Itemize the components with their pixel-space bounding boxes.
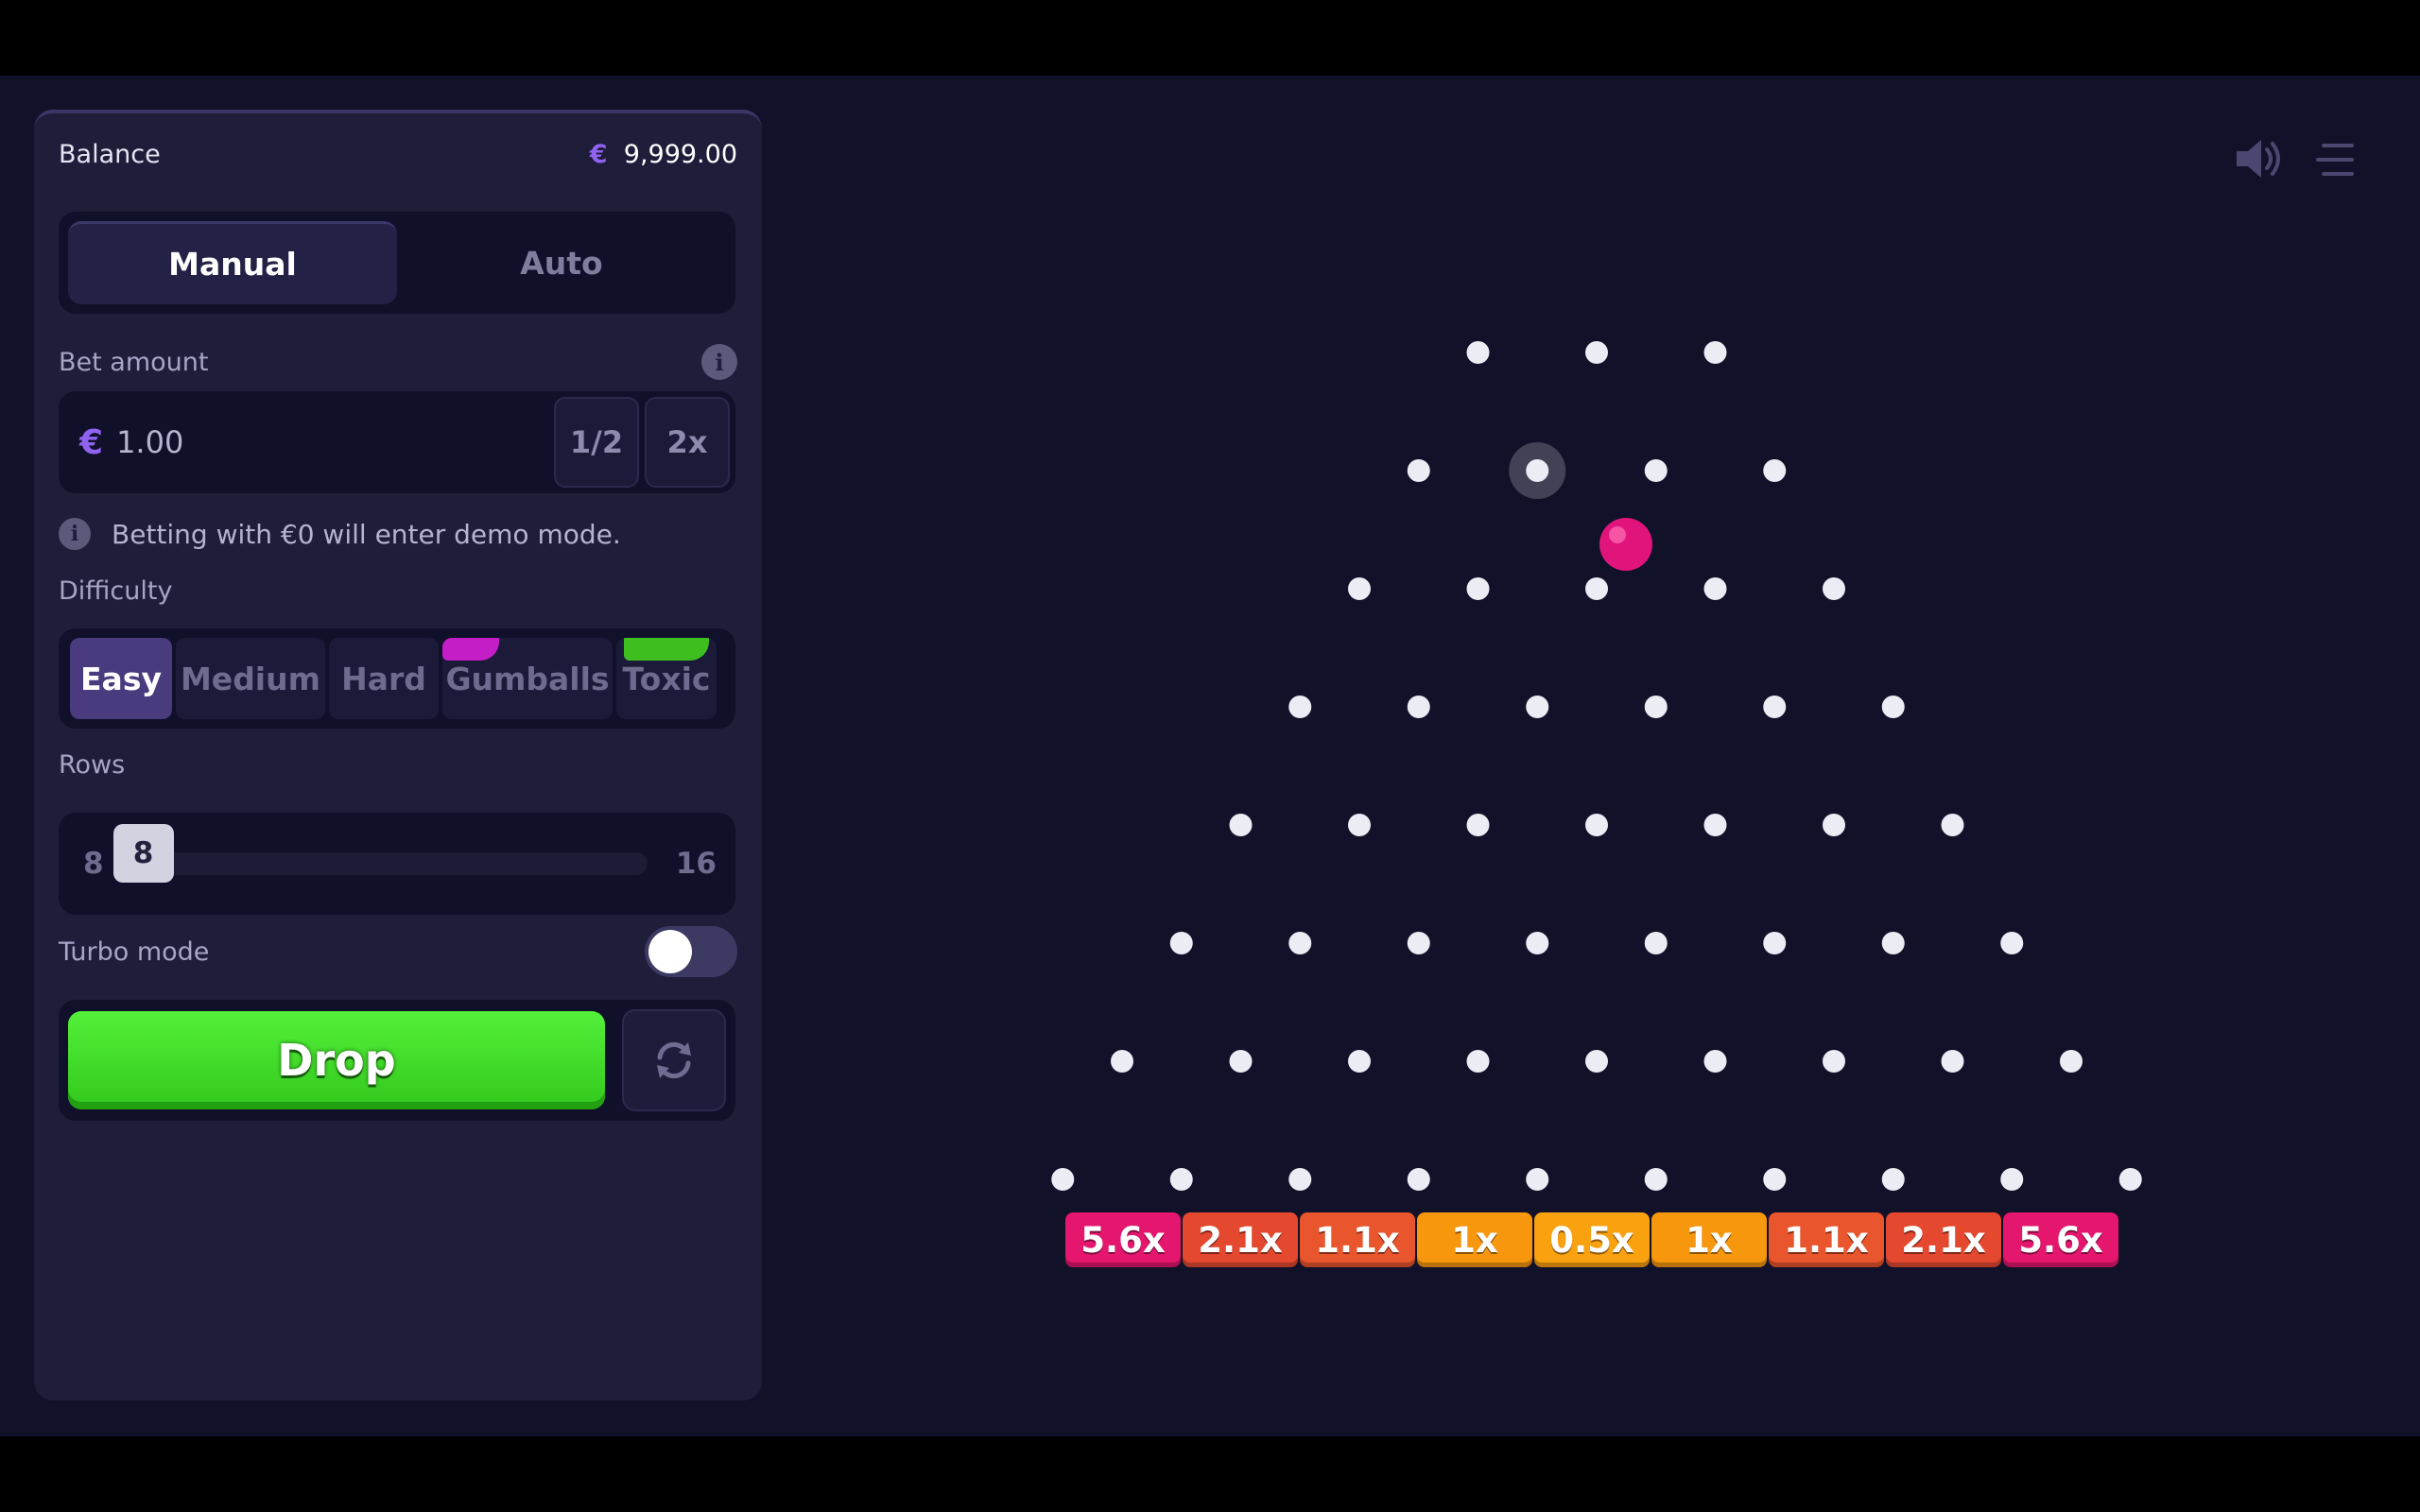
peg xyxy=(1526,459,1549,482)
peg xyxy=(1703,577,1727,600)
peg xyxy=(1229,814,1253,836)
peg xyxy=(1585,814,1608,836)
peg xyxy=(1407,1168,1430,1191)
peg xyxy=(1941,1050,1964,1073)
peg xyxy=(1585,1050,1608,1073)
peg xyxy=(1466,1050,1490,1073)
peg xyxy=(1644,696,1668,718)
multiplier-slot: 2.1x xyxy=(1183,1212,1298,1267)
peg xyxy=(2000,932,2024,954)
multiplier-slot: 5.6x xyxy=(1065,1212,1181,1267)
peg xyxy=(1881,932,1905,954)
peg xyxy=(2000,1168,2024,1191)
peg xyxy=(1585,341,1608,364)
game-stage: Balance € 9,999.00 Manual Auto Bet amoun… xyxy=(0,76,2420,1436)
peg xyxy=(1823,814,1845,836)
peg xyxy=(1407,459,1430,482)
menu-icon[interactable] xyxy=(2314,142,2356,181)
multiplier-slot: 1.1x xyxy=(1300,1212,1415,1267)
peg xyxy=(1348,1050,1371,1073)
peg xyxy=(1051,1168,1075,1191)
peg xyxy=(1644,459,1668,482)
multiplier-slot: 0.5x xyxy=(1534,1212,1650,1267)
peg xyxy=(1466,577,1490,600)
multiplier-slot: 5.6x xyxy=(2003,1212,2118,1267)
peg xyxy=(1348,814,1371,836)
peg xyxy=(1763,932,1787,954)
peg xyxy=(1407,932,1430,954)
peg xyxy=(1526,696,1549,718)
multiplier-slot: 1x xyxy=(1651,1212,1767,1267)
speaker-icon[interactable] xyxy=(2233,136,2286,185)
peg xyxy=(1763,696,1787,718)
peg xyxy=(1703,341,1727,364)
peg xyxy=(1407,696,1430,718)
peg xyxy=(1169,1168,1193,1191)
peg xyxy=(1763,1168,1787,1191)
peg xyxy=(2118,1168,2142,1191)
multiplier-slot: 2.1x xyxy=(1886,1212,2001,1267)
ball xyxy=(1599,518,1652,571)
peg xyxy=(1348,577,1371,600)
peg xyxy=(1881,1168,1905,1191)
peg xyxy=(1288,696,1312,718)
peg xyxy=(1526,1168,1549,1191)
peg xyxy=(1169,932,1193,954)
peg xyxy=(1466,814,1490,836)
ball-highlight xyxy=(1609,526,1626,543)
peg xyxy=(1288,1168,1312,1191)
peg xyxy=(2060,1050,2083,1073)
peg xyxy=(1466,341,1490,364)
multiplier-slot: 1x xyxy=(1417,1212,1532,1267)
peg xyxy=(1823,577,1845,600)
peg xyxy=(1703,1050,1727,1073)
multiplier-row: 5.6x 2.1x 1.1x 1x 0.5x 1x 1.1x 2.1x 5.6x xyxy=(1065,1212,2118,1267)
peg xyxy=(1644,1168,1668,1191)
peg xyxy=(1881,696,1905,718)
peg xyxy=(1229,1050,1253,1073)
peg xyxy=(1644,932,1668,954)
peg xyxy=(1526,932,1549,954)
peg xyxy=(1823,1050,1845,1073)
peg xyxy=(1585,577,1608,600)
multiplier-slot: 1.1x xyxy=(1769,1212,1884,1267)
peg xyxy=(1703,814,1727,836)
peg xyxy=(1111,1050,1133,1073)
peg xyxy=(1763,459,1787,482)
peg xyxy=(1941,814,1964,836)
peg xyxy=(1288,932,1312,954)
